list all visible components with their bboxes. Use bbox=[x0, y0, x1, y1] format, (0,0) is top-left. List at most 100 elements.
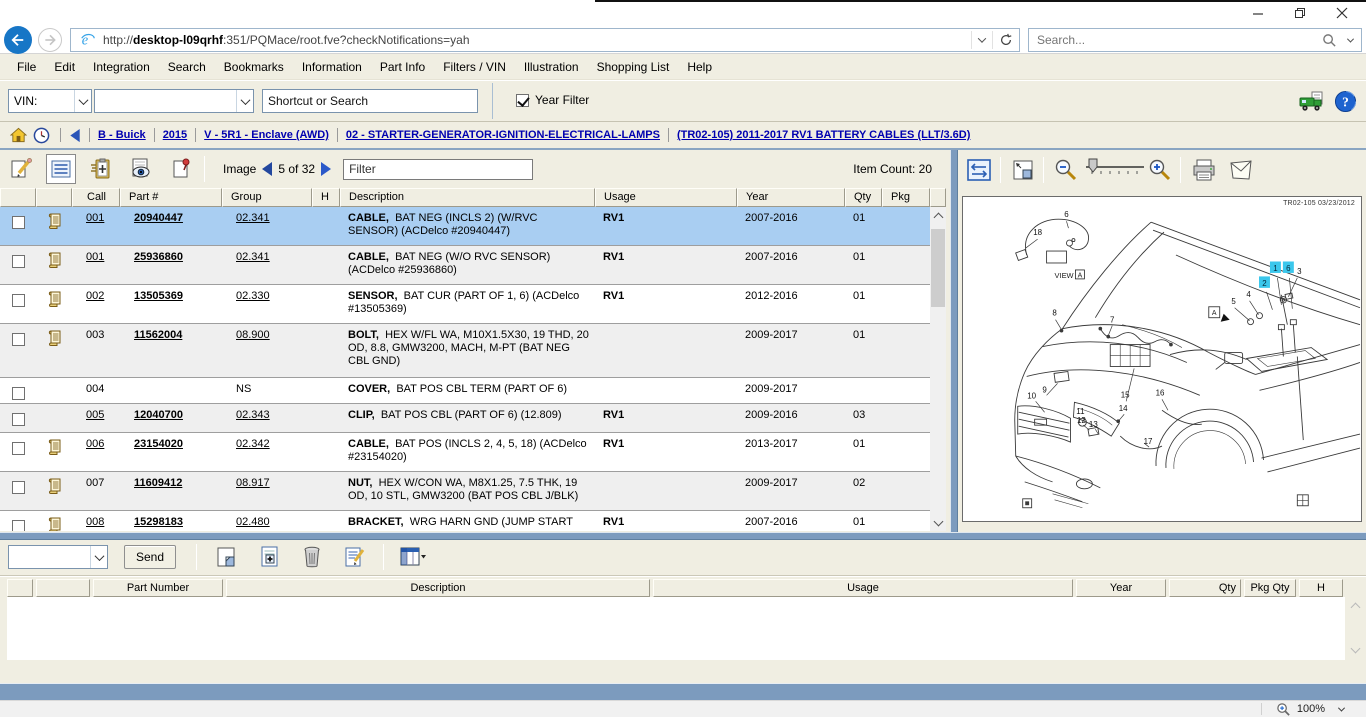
worklist-column-h[interactable]: H bbox=[1299, 579, 1343, 597]
callout-1[interactable]: 1 bbox=[1273, 264, 1278, 273]
callout-9[interactable]: 9 bbox=[1042, 385, 1047, 394]
vin-select[interactable]: VIN: bbox=[8, 89, 92, 113]
column-header-h[interactable]: H bbox=[312, 188, 340, 207]
delete-button[interactable] bbox=[297, 542, 327, 572]
table-row[interactable]: 001 25936860 02.341 CABLE, BAT NEG (W/O … bbox=[0, 246, 930, 285]
menu-search[interactable]: Search bbox=[159, 56, 215, 78]
help-button[interactable]: ? bbox=[1334, 90, 1357, 113]
table-row[interactable]: 003 11562004 08.900 BOLT, HEX W/FL WA, M… bbox=[0, 324, 930, 378]
status-zoom-icon[interactable] bbox=[1276, 702, 1291, 717]
note-edit-button[interactable] bbox=[6, 154, 36, 184]
resize-image-button[interactable] bbox=[1011, 158, 1035, 182]
callout-15[interactable]: 15 bbox=[1121, 390, 1130, 399]
menu-illustration[interactable]: Illustration bbox=[515, 56, 588, 78]
worklist-column-pkg-qty[interactable]: Pkg Qty bbox=[1244, 579, 1296, 597]
address-input[interactable]: e http://desktop-l09qrhf:351/PQMace/root… bbox=[70, 28, 1020, 52]
search-icon[interactable] bbox=[1322, 33, 1337, 48]
group-number[interactable]: 02.480 bbox=[236, 516, 270, 528]
worklist-column-qty[interactable]: Qty bbox=[1169, 579, 1241, 597]
back-button[interactable] bbox=[4, 26, 32, 54]
worklist-column-part-number[interactable]: Part Number bbox=[93, 579, 223, 597]
group-number[interactable]: 02.342 bbox=[236, 438, 270, 450]
callout-6[interactable]: 6 bbox=[1286, 264, 1291, 273]
document-notes-icon[interactable] bbox=[46, 251, 62, 268]
table-row[interactable]: 005 12040700 02.343 CLIP, BAT POS CBL (P… bbox=[0, 404, 930, 433]
table-row[interactable]: 006 23154020 02.342 CABLE, BAT POS (INCL… bbox=[0, 433, 930, 472]
scroll-down-button[interactable] bbox=[930, 515, 946, 531]
column-header-usage[interactable]: Usage bbox=[595, 188, 737, 207]
quick-list-button[interactable] bbox=[86, 154, 116, 184]
call-number[interactable]: 001 bbox=[86, 212, 104, 224]
column-header-pkg[interactable]: Pkg bbox=[882, 188, 930, 207]
breadcrumb-link-2015[interactable]: 2015 bbox=[163, 129, 187, 141]
browser-search-box[interactable] bbox=[1028, 28, 1362, 52]
menu-information[interactable]: Information bbox=[293, 56, 371, 78]
scroll-up-button[interactable] bbox=[930, 207, 946, 223]
column-header-call[interactable]: Call bbox=[72, 188, 120, 207]
call-number[interactable]: 005 bbox=[86, 409, 104, 421]
address-dropdown-icon[interactable] bbox=[972, 37, 992, 43]
part-number-link[interactable]: 11562004 bbox=[134, 329, 182, 341]
menu-help[interactable]: Help bbox=[678, 56, 721, 78]
callout-18[interactable]: 18 bbox=[1033, 228, 1042, 237]
illustration-view[interactable]: TR02-105 03/23/2012 bbox=[962, 196, 1362, 522]
filter-input[interactable] bbox=[343, 159, 533, 180]
minimize-button[interactable] bbox=[1238, 1, 1278, 25]
column-header-part[interactable]: Part # bbox=[120, 188, 222, 207]
menu-filters-vin[interactable]: Filters / VIN bbox=[434, 56, 515, 78]
shortcut-search-input[interactable] bbox=[262, 89, 478, 113]
callout-11[interactable]: 11 bbox=[1076, 407, 1085, 416]
search-input[interactable] bbox=[1029, 33, 1322, 47]
edit-list-button[interactable] bbox=[339, 542, 369, 572]
part-number-link[interactable]: 20940447 bbox=[134, 212, 183, 224]
part-number-link[interactable]: 13505369 bbox=[134, 290, 183, 302]
zoom-slider[interactable] bbox=[1082, 157, 1148, 183]
group-number[interactable]: 08.900 bbox=[236, 329, 270, 341]
row-checkbox[interactable] bbox=[12, 294, 25, 307]
row-checkbox[interactable] bbox=[12, 333, 25, 346]
table-row[interactable]: 002 13505369 02.330 SENSOR, BAT CUR (PAR… bbox=[0, 285, 930, 324]
refresh-button[interactable] bbox=[993, 33, 1019, 47]
callout-5[interactable]: 5 bbox=[1231, 297, 1236, 306]
scrollbar-thumb[interactable] bbox=[931, 229, 945, 307]
add-button[interactable] bbox=[255, 542, 285, 572]
preview-button[interactable] bbox=[126, 154, 156, 184]
call-number[interactable]: 006 bbox=[86, 438, 104, 450]
document-notes-icon[interactable] bbox=[46, 516, 62, 531]
row-checkbox[interactable] bbox=[12, 520, 25, 531]
worklist-column-blank-1[interactable] bbox=[36, 579, 90, 597]
scroll-up-icon[interactable] bbox=[1350, 603, 1360, 613]
callout-14[interactable]: 14 bbox=[1119, 404, 1128, 413]
print-button[interactable] bbox=[1191, 158, 1217, 182]
vehicle-select[interactable] bbox=[94, 89, 254, 113]
search-dropdown-icon[interactable] bbox=[1341, 38, 1359, 43]
menu-bookmarks[interactable]: Bookmarks bbox=[215, 56, 293, 78]
horizontal-splitter[interactable] bbox=[0, 532, 1366, 540]
forward-button[interactable] bbox=[38, 28, 62, 52]
breadcrumb-link-b-buick[interactable]: B - Buick bbox=[98, 129, 146, 141]
document-notes-icon[interactable] bbox=[46, 438, 62, 455]
row-checkbox[interactable] bbox=[12, 387, 25, 400]
breadcrumb-link-v-5r1-enclave-awd[interactable]: V - 5R1 - Enclave (AWD) bbox=[204, 129, 329, 141]
menu-integration[interactable]: Integration bbox=[84, 56, 159, 78]
table-row[interactable]: 004 NS COVER, BAT POS CBL TERM (PART OF … bbox=[0, 378, 930, 404]
home-button[interactable] bbox=[10, 127, 27, 143]
status-zoom-dropdown-icon[interactable] bbox=[1338, 704, 1345, 711]
group-number[interactable]: 08.917 bbox=[236, 477, 270, 489]
callout-3[interactable]: 3 bbox=[1297, 267, 1302, 276]
group-number[interactable]: 02.341 bbox=[236, 212, 270, 224]
row-checkbox[interactable] bbox=[12, 255, 25, 268]
part-number-link[interactable]: 12040700 bbox=[134, 409, 183, 421]
column-settings-button[interactable] bbox=[398, 542, 428, 572]
breadcrumb-link-02-starter-generator-ign[interactable]: 02 - STARTER-GENERATOR-IGNITION-ELECTRIC… bbox=[346, 129, 660, 141]
document-notes-icon[interactable] bbox=[46, 290, 62, 307]
maximize-button[interactable] bbox=[1280, 1, 1320, 25]
column-header-blank-0[interactable] bbox=[0, 188, 36, 207]
breadcrumb-link-tr02-105-2011-2017-rv1-b[interactable]: (TR02-105) 2011-2017 RV1 BATTERY CABLES … bbox=[677, 129, 970, 141]
menu-shopping-list[interactable]: Shopping List bbox=[588, 56, 679, 78]
callout-10[interactable]: 10 bbox=[1027, 391, 1036, 400]
call-number[interactable]: 002 bbox=[86, 290, 104, 302]
row-checkbox[interactable] bbox=[12, 442, 25, 455]
part-number-link[interactable]: 11609412 bbox=[134, 477, 182, 489]
column-header-year[interactable]: Year bbox=[737, 188, 845, 207]
